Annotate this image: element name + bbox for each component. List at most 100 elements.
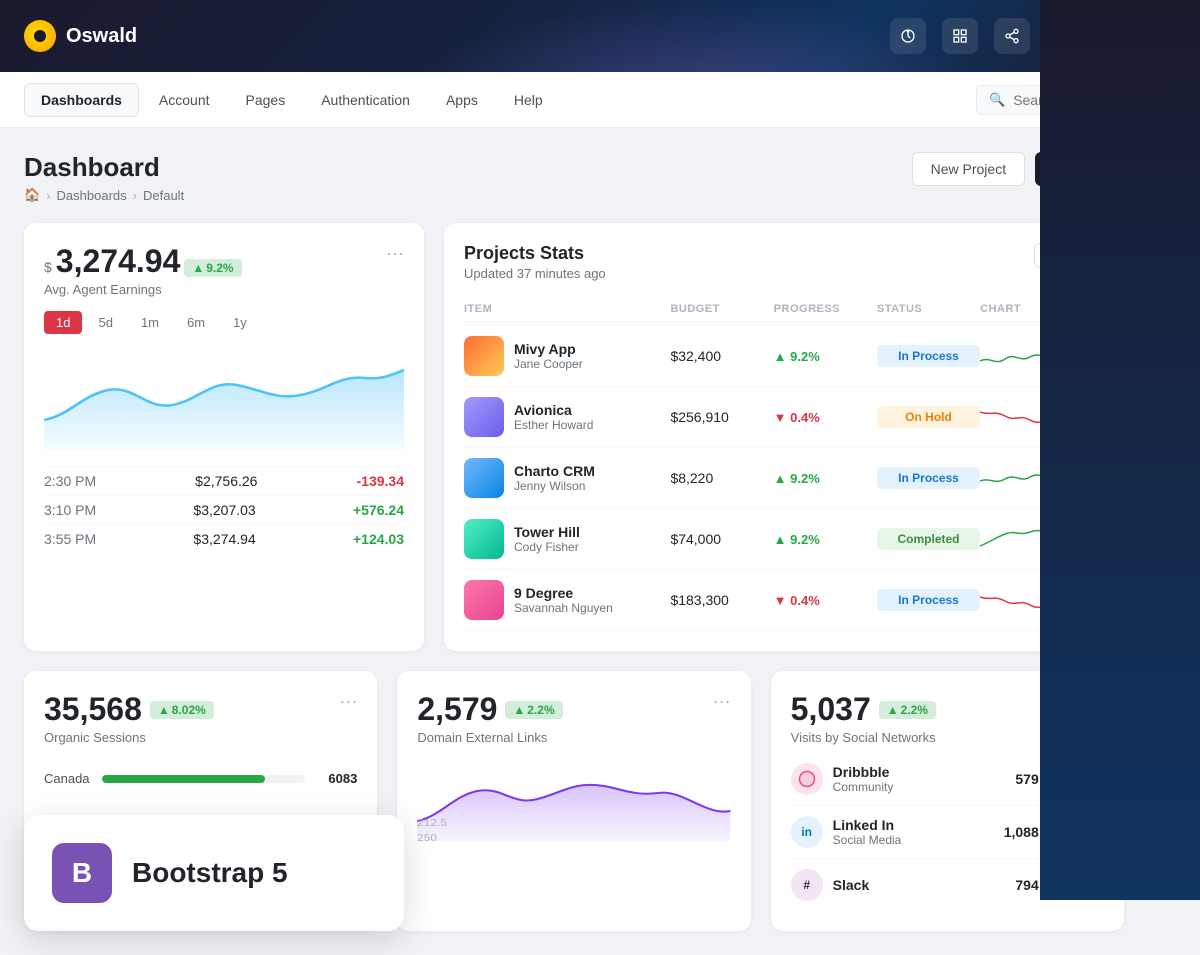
more-options-icon[interactable]: ···	[386, 243, 404, 264]
col-view: VIEW	[1063, 303, 1104, 315]
table-header: ITEM BUDGET PROGRESS STATUS CHART VIEW	[464, 297, 1104, 322]
social-rows: Dribbble Community 579 ▲ 2.6% in	[791, 753, 1104, 911]
budget-2: $8,220	[670, 470, 773, 486]
map-area: Canada 6083	[44, 765, 357, 792]
filter-5d[interactable]: 5d	[86, 311, 124, 334]
project-thumb-4	[464, 580, 504, 620]
col-budget: BUDGET	[670, 303, 773, 315]
country-canada: Canada	[44, 771, 90, 786]
breadcrumb-dashboards[interactable]: Dashboards	[57, 188, 127, 203]
organic-more-icon[interactable]: ···	[339, 691, 357, 712]
projects-updated: Updated 37 minutes ago	[464, 266, 606, 281]
project-thumb-0	[464, 336, 504, 376]
avatar[interactable]	[1046, 18, 1082, 54]
chart-4	[980, 585, 1060, 615]
filter-1m[interactable]: 1m	[129, 311, 171, 334]
col-status: STATUS	[877, 303, 980, 315]
status-2: In Process	[877, 467, 980, 489]
dribbble-name: Dribbble	[833, 764, 1016, 780]
project-owner-1: Esther Howard	[514, 418, 593, 432]
nav-pages[interactable]: Pages	[230, 84, 302, 116]
page-title: Dashboard	[24, 152, 184, 183]
breadcrumb-default: Default	[143, 188, 184, 203]
earnings-stats: 2:30 PM $2,756.26 -139.34 3:10 PM $3,207…	[44, 466, 404, 553]
progress-0: ▲ 9.2%	[774, 349, 877, 364]
view-btn-0[interactable]: →	[1063, 342, 1091, 370]
header-actions: + Invite	[890, 18, 1176, 54]
table-row: Avionica Esther Howard $256,910 ▼ 0.4% O…	[464, 387, 1104, 448]
project-owner-4: Savannah Nguyen	[514, 601, 613, 615]
project-name-1: Avionica	[514, 402, 593, 418]
col-chart: CHART	[980, 303, 1063, 315]
projects-stats-card: Projects Stats Updated 37 minutes ago Hi…	[444, 223, 1124, 651]
filter-1d[interactable]: 1d	[44, 311, 82, 334]
nav-help[interactable]: Help	[498, 84, 559, 116]
linkedin-name: Linked In	[833, 817, 1004, 833]
home-icon: 🏠	[24, 187, 40, 203]
dribbble-value: 579	[1015, 771, 1038, 787]
social-more-icon[interactable]: ···	[1086, 691, 1104, 712]
svg-text:212.5: 212.5	[417, 818, 447, 829]
domain-label: Domain External Links	[417, 730, 562, 745]
country-bar-canada	[102, 775, 265, 783]
linkedin-badge: ▼ 0.4%	[1047, 823, 1104, 841]
currency-symbol: $	[44, 259, 52, 275]
projects-title: Projects Stats	[464, 243, 606, 264]
status-4: In Process	[877, 589, 980, 611]
share-icon[interactable]	[994, 18, 1030, 54]
chart-3	[980, 524, 1060, 554]
table-row: Charto CRM Jenny Wilson $8,220 ▲ 9.2% In…	[464, 448, 1104, 509]
search-input[interactable]	[1013, 92, 1163, 108]
budget-3: $74,000	[670, 531, 773, 547]
organic-number: 35,568	[44, 691, 142, 728]
stat-change-3: +124.03	[353, 531, 404, 547]
view-btn-3[interactable]: →	[1063, 525, 1091, 553]
breadcrumb: 🏠 › Dashboards › Default	[24, 187, 184, 203]
history-button[interactable]: History	[1034, 243, 1104, 268]
bootstrap5-icon: B	[52, 843, 112, 903]
search-icon: 🔍	[989, 92, 1005, 108]
nav-items: Dashboards Account Pages Authentication …	[24, 83, 976, 117]
budget-1: $256,910	[670, 409, 773, 425]
view-btn-1[interactable]: →	[1063, 403, 1091, 431]
col-item: ITEM	[464, 303, 670, 315]
status-1: On Hold	[877, 406, 980, 428]
chart-1	[980, 402, 1060, 432]
time-filters: 1d 5d 1m 6m 1y	[44, 311, 404, 334]
social-row-dribbble: Dribbble Community 579 ▲ 2.6%	[791, 753, 1104, 806]
social-row-slack: # Slack 794 ▲ 0.2%	[791, 859, 1104, 911]
notification-icon[interactable]	[890, 18, 926, 54]
slack-icon: #	[791, 869, 823, 901]
bootstrap5-overlay: B Bootstrap 5	[24, 815, 404, 931]
app-name: Oswald	[66, 25, 137, 48]
grid-icon[interactable]	[942, 18, 978, 54]
stat-time-1: 2:30 PM	[44, 473, 96, 489]
reports-button[interactable]: Reports	[1035, 152, 1124, 186]
invite-button[interactable]: + Invite	[1098, 20, 1176, 52]
project-name-2: Charto CRM	[514, 463, 595, 479]
table-row: Mivy App Jane Cooper $32,400 ▲ 9.2% In P…	[464, 326, 1104, 387]
social-number: 5,037	[791, 691, 871, 728]
view-btn-2[interactable]: →	[1063, 464, 1091, 492]
nav-authentication[interactable]: Authentication	[305, 84, 426, 116]
nav-dashboards[interactable]: Dashboards	[24, 83, 139, 117]
organic-label: Organic Sessions	[44, 730, 214, 745]
filter-6m[interactable]: 6m	[175, 311, 217, 334]
earnings-label: Avg. Agent Earnings	[44, 282, 242, 297]
project-owner-3: Cody Fisher	[514, 540, 580, 554]
domain-chart: 250 212.5	[417, 761, 730, 841]
status-3: Completed	[877, 528, 980, 550]
view-btn-4[interactable]: →	[1063, 586, 1091, 614]
top-grid: $ 3,274.94 ▲ 9.2% Avg. Agent Earnings ··…	[24, 223, 1124, 651]
nav-account[interactable]: Account	[143, 84, 226, 116]
dribbble-type: Community	[833, 780, 1016, 794]
new-project-button[interactable]: New Project	[912, 152, 1025, 186]
chart-0	[980, 341, 1060, 371]
stat-time-3: 3:55 PM	[44, 531, 96, 547]
stat-val-3: $3,274.94	[193, 531, 255, 547]
nav-apps[interactable]: Apps	[430, 84, 494, 116]
domain-more-icon[interactable]: ···	[713, 691, 731, 712]
stat-val-1: $2,756.26	[195, 473, 257, 489]
filter-1y[interactable]: 1y	[221, 311, 259, 334]
search-bar: 🔍	[976, 85, 1176, 115]
